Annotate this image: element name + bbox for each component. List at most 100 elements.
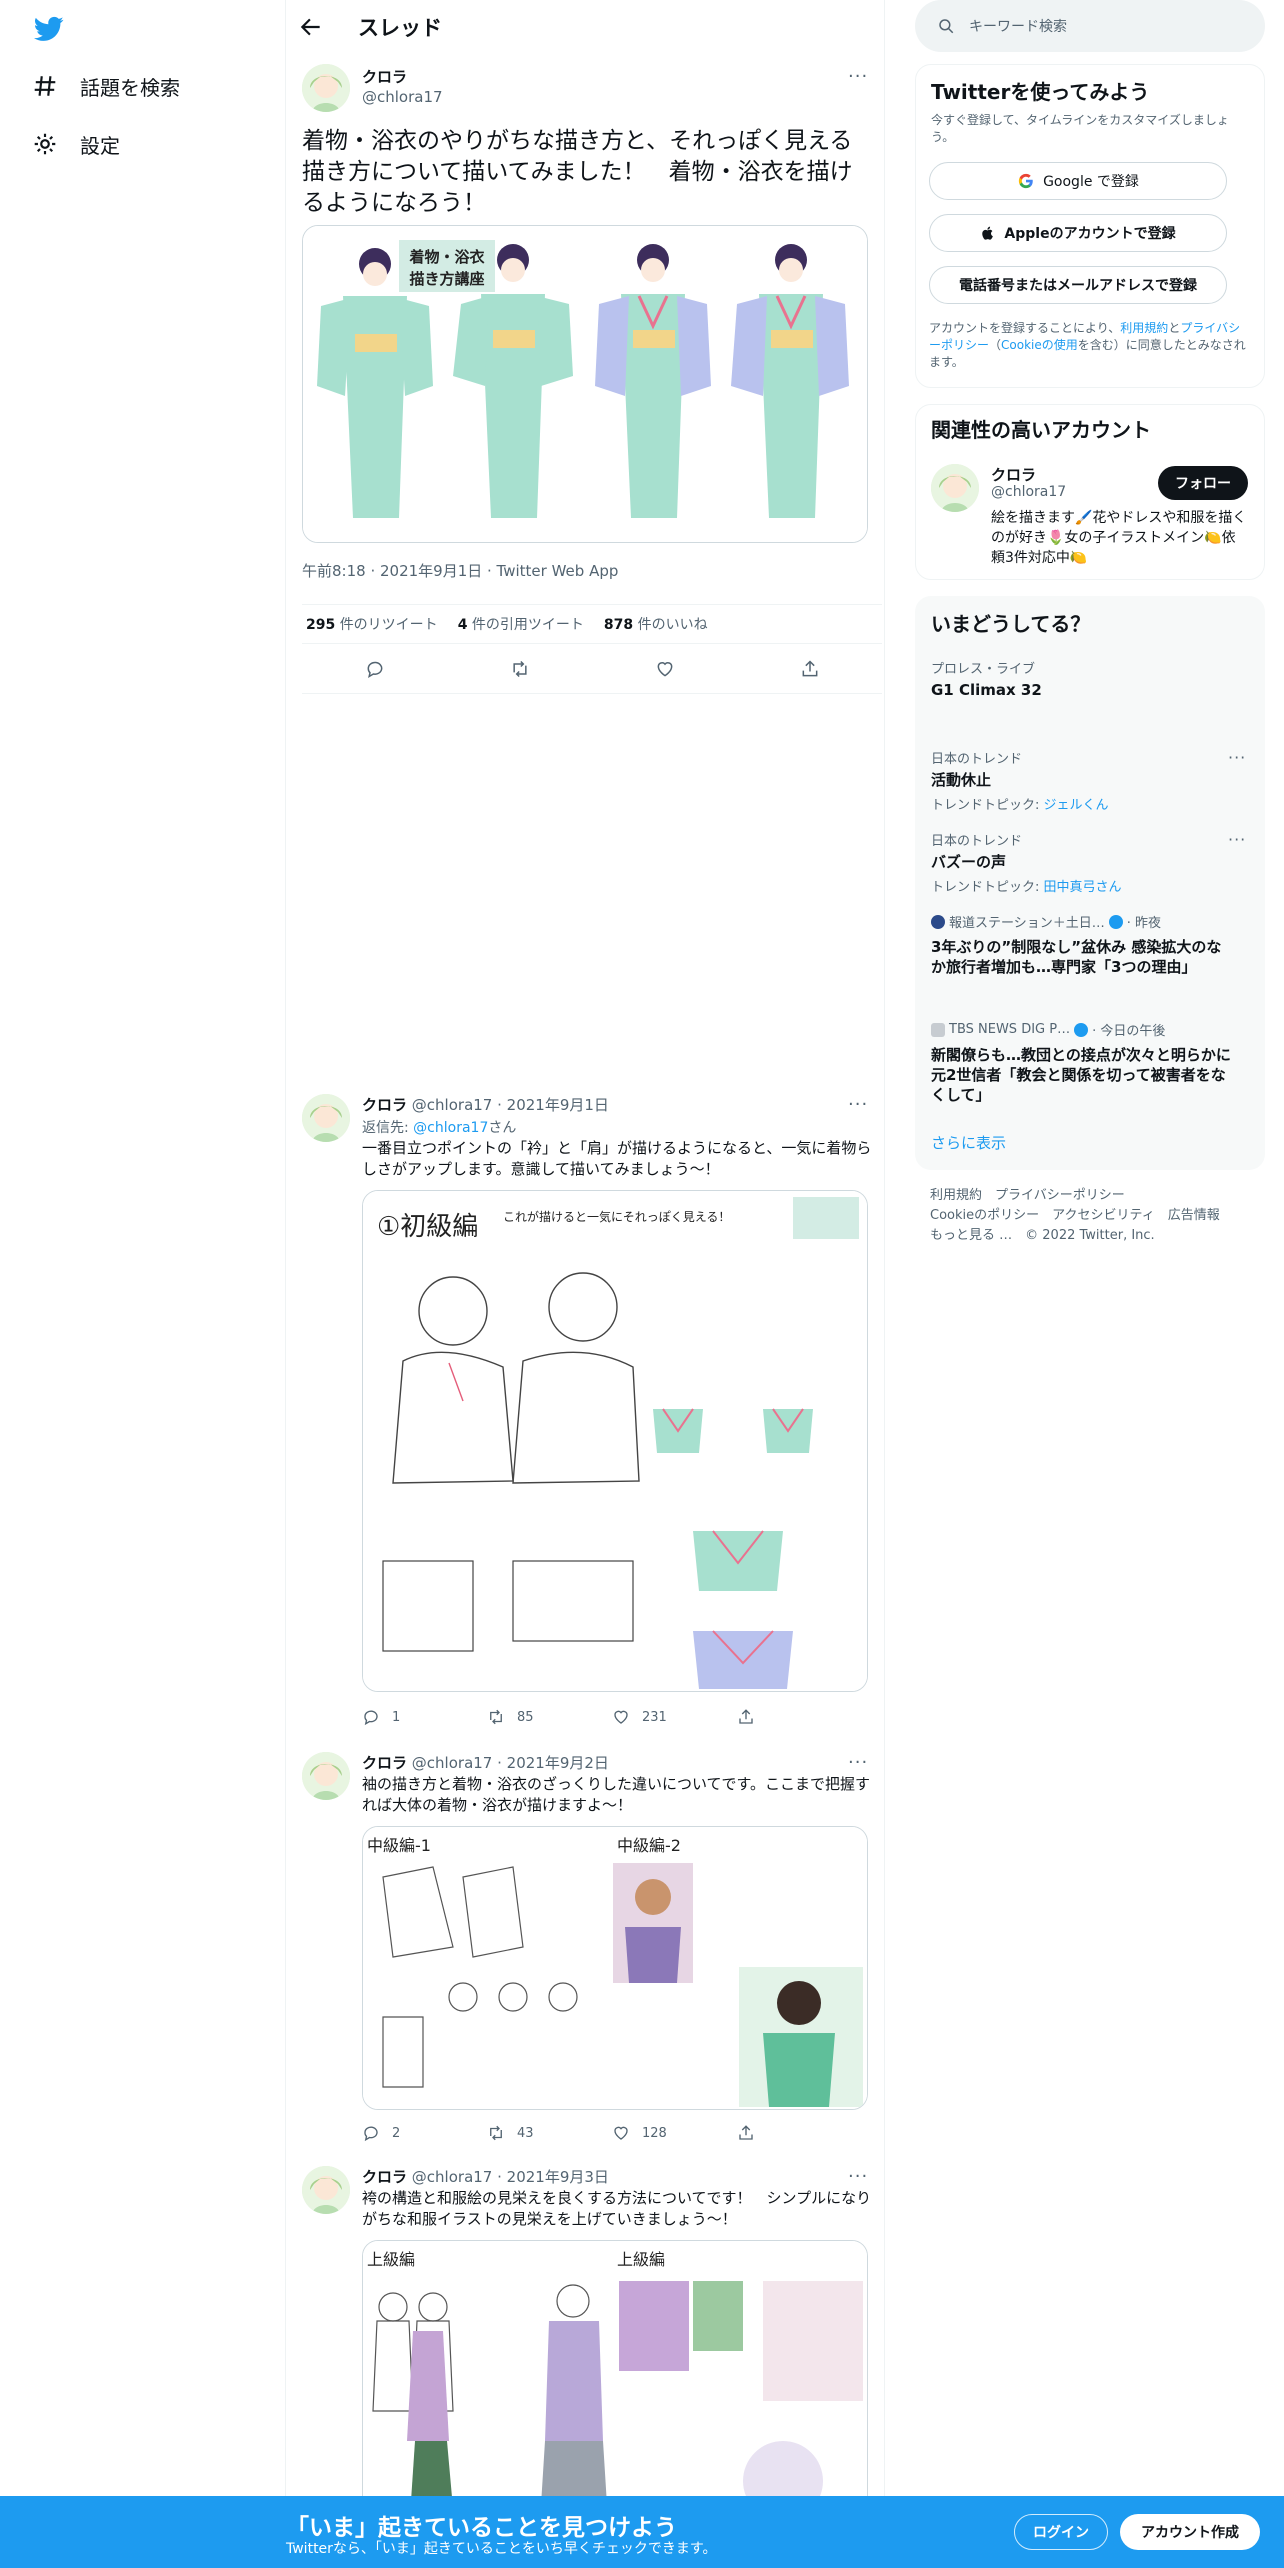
tweet-date[interactable]: · 2021年9月3日 xyxy=(497,2168,609,2186)
more-options-icon[interactable]: ··· xyxy=(848,2166,868,2187)
search-icon xyxy=(939,19,954,34)
retweet-count-link[interactable]: 295 件のリツイート xyxy=(306,614,438,634)
image-heading-right: 上級編 xyxy=(617,2250,665,2269)
avatar[interactable] xyxy=(302,2166,350,2214)
signup-button[interactable]: アカウント作成 xyxy=(1120,2514,1260,2550)
signup-terms-text: アカウントを登録することにより、利用規約とプライバシーポリシー（Cookieの使… xyxy=(929,321,1246,369)
apple-signup-button[interactable]: Appleのアカウントで登録 xyxy=(929,214,1227,252)
reply-button[interactable]: 1 xyxy=(362,1708,487,1726)
author-name[interactable]: クロラ xyxy=(362,1754,407,1772)
author-handle[interactable]: @chlora17 xyxy=(412,2168,493,2186)
news-source-icon xyxy=(931,1022,945,1037)
apple-icon xyxy=(982,226,994,240)
image-heading-left: 上級編 xyxy=(367,2250,415,2269)
tweet-image[interactable]: 着物・浴衣 描き方講座 xyxy=(302,225,868,543)
share-button[interactable] xyxy=(737,1708,862,1726)
terms-link[interactable]: 利用規約 xyxy=(1120,321,1168,335)
share-icon[interactable] xyxy=(800,659,820,683)
trend-item[interactable]: 日本のトレンド バズーの声 トレンドトピック: 田中真弓さん xyxy=(931,830,1122,895)
like-count-link[interactable]: 878 件のいいね xyxy=(604,614,708,634)
reply-to-handle[interactable]: @chlora17 xyxy=(413,1120,488,1136)
news-item[interactable]: TBS NEWS DIG P… · 今日の午後 新閣僚らも…教団との接点が次々と… xyxy=(931,1020,1246,1105)
svg-text:描き方講座: 描き方講座 xyxy=(409,270,484,288)
retweet-icon xyxy=(490,1709,502,1725)
reply-icon[interactable] xyxy=(365,659,385,683)
author-handle[interactable]: @chlora17 xyxy=(412,1096,493,1114)
more-options-icon[interactable]: ··· xyxy=(848,66,868,87)
author-name[interactable]: クロラ xyxy=(362,66,407,87)
gear-icon xyxy=(34,133,56,155)
tweet-image[interactable]: ①初級編 これが描けると一気にそれっぽく見える！ xyxy=(362,1190,868,1692)
search-input[interactable]: キーワード検索 xyxy=(915,0,1265,52)
author-name[interactable]: クロラ xyxy=(362,2168,407,2186)
tweet-actions: 1 85 231 xyxy=(362,1708,862,1726)
follow-button[interactable]: フォロー xyxy=(1158,466,1248,500)
share-icon xyxy=(739,1709,753,1724)
back-arrow-icon[interactable] xyxy=(298,14,324,40)
avatar[interactable] xyxy=(302,1094,350,1142)
related-account-bio: 絵を描きます🖌️花やドレスや和服を描くのが好き🌷女の子イラストメイン🍋依頼3件対… xyxy=(991,510,1247,566)
more-options-icon[interactable]: ··· xyxy=(848,1094,868,1115)
tweet-image[interactable]: 中級編-1 中級編-2 xyxy=(362,1826,868,2110)
image-heading-right: 中級編-2 xyxy=(617,1836,681,1855)
author-handle[interactable]: @chlora17 xyxy=(362,88,443,106)
column-divider-left xyxy=(285,0,286,2568)
trend-more-icon[interactable]: ··· xyxy=(1228,748,1246,767)
tweet-stats: 295 件のリツイート 4 件の引用ツイート 878 件のいいね xyxy=(302,604,882,644)
page-title: スレッド xyxy=(358,16,442,40)
author-handle[interactable]: @chlora17 xyxy=(412,1754,493,1772)
trend-item[interactable]: 日本のトレンド 活動休止 トレンドトピック: ジェルくん xyxy=(931,748,1109,813)
news-item[interactable]: 報道ステーション＋土日… · 昨夜 3年ぶりの”制限なし”盆休み 感染拡大のなか… xyxy=(931,912,1231,977)
like-button[interactable]: 231 xyxy=(612,1708,737,1726)
like-icon xyxy=(614,2126,628,2140)
quote-count-link[interactable]: 4 件の引用ツイート xyxy=(458,614,584,634)
footer-more-link[interactable]: もっと見る … xyxy=(930,1228,1012,1243)
hashtag-icon xyxy=(34,76,56,96)
like-icon[interactable] xyxy=(655,659,675,683)
retweet-icon[interactable] xyxy=(510,659,530,683)
footer-terms-link[interactable]: 利用規約 xyxy=(930,1188,982,1203)
reply-to-line: 返信先: @chlora17さん xyxy=(362,1120,517,1136)
trends-panel-title: いまどうしてる？ xyxy=(931,612,1091,636)
retweet-icon xyxy=(490,2125,502,2141)
google-signup-button[interactable]: Google で登録 xyxy=(929,162,1227,200)
google-signup-label: Google で登録 xyxy=(1043,174,1139,190)
more-options-icon[interactable]: ··· xyxy=(848,1752,868,1773)
tweet-date[interactable]: · 2021年9月2日 xyxy=(497,1754,609,1772)
reply-button[interactable]: 2 xyxy=(362,2124,487,2142)
share-button[interactable] xyxy=(737,2124,862,2142)
related-account-handle[interactable]: @chlora17 xyxy=(991,484,1066,500)
tweet-image[interactable]: 上級編 上級編 xyxy=(362,2240,868,2540)
image-heading-left: 中級編-1 xyxy=(367,1836,431,1855)
like-button[interactable]: 128 xyxy=(612,2124,737,2142)
tweet-date[interactable]: · 2021年9月1日 xyxy=(497,1096,609,1114)
avatar[interactable] xyxy=(302,64,350,112)
tweet-actions xyxy=(302,648,882,694)
apple-signup-label: Appleのアカウントで登録 xyxy=(1004,226,1176,242)
tweet-text: 袖の描き方と着物・浴衣のざっくりした違いについてです。ここまで把握すれば大体の着… xyxy=(362,1775,871,1814)
nav-explore[interactable]: 話題を検索 xyxy=(32,66,180,106)
show-more-link[interactable]: さらに表示 xyxy=(931,1132,1006,1153)
login-button[interactable]: ログイン xyxy=(1014,2514,1108,2550)
retweet-button[interactable]: 85 xyxy=(487,1708,612,1726)
footer-accessibility-link[interactable]: アクセシビリティ xyxy=(1052,1208,1155,1223)
nav-settings-label: 設定 xyxy=(80,133,120,158)
footer-privacy-link[interactable]: プライバシーポリシー xyxy=(995,1188,1125,1203)
footer-ads-link[interactable]: 広告情報 xyxy=(1168,1208,1220,1223)
author-name[interactable]: クロラ xyxy=(362,1096,407,1114)
retweet-button[interactable]: 43 xyxy=(487,2124,612,2142)
avatar[interactable] xyxy=(302,1752,350,1800)
footer-cookie-link[interactable]: Cookieのポリシー xyxy=(930,1208,1039,1223)
bottom-bar-title: 「いま」起きていることを見つけよう xyxy=(286,2515,677,2541)
phone-email-signup-label: 電話番号またはメールアドレスで登録 xyxy=(959,278,1197,294)
avatar[interactable] xyxy=(931,464,979,512)
phone-email-signup-button[interactable]: 電話番号またはメールアドレスで登録 xyxy=(929,266,1227,304)
twitter-logo-icon[interactable] xyxy=(32,14,66,44)
nav-settings[interactable]: 設定 xyxy=(32,124,120,164)
trend-item[interactable]: プロレス・ライブ G1 Climax 32 xyxy=(931,658,1042,699)
related-account-name[interactable]: クロラ xyxy=(991,464,1036,485)
cookie-link[interactable]: Cookieの使用 xyxy=(1001,338,1078,352)
tweet-timestamp[interactable]: 午前8:18 · 2021年9月1日 · Twitter Web App xyxy=(302,560,618,581)
image-heading: ①初級編 xyxy=(377,1212,478,1242)
trend-more-icon[interactable]: ··· xyxy=(1228,830,1246,849)
